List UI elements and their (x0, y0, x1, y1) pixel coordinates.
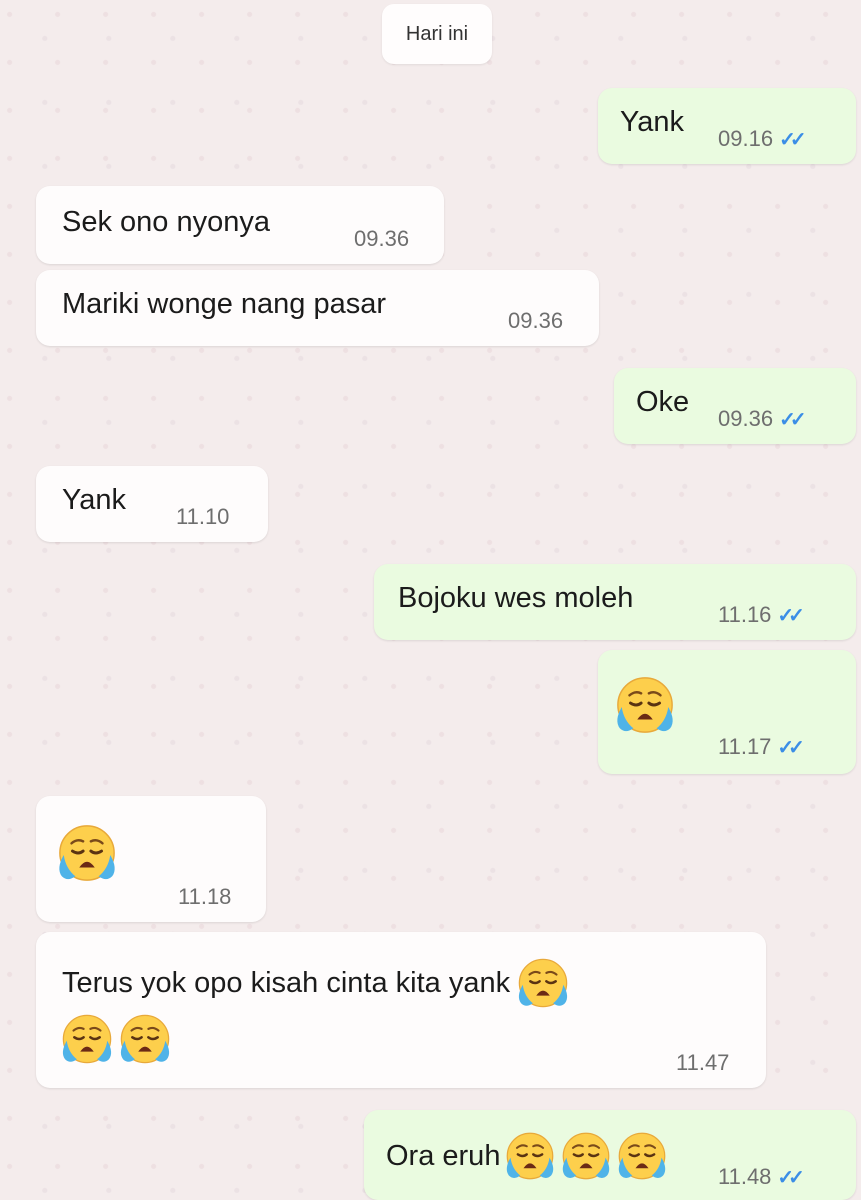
message-time: 09.16 (718, 126, 774, 151)
loudly-crying-face-icon (504, 1130, 556, 1182)
message-text: Yank (620, 106, 684, 138)
loudly-crying-face-icon (616, 1130, 668, 1182)
message-bubble-incoming[interactable]: Sek ono nyonya 09.36 (36, 186, 444, 264)
message-time: 11.18 (178, 884, 232, 909)
message-bubble-incoming[interactable]: Terus yok opo kisah cinta kita yank 11.4… (36, 932, 766, 1088)
loudly-crying-face-icon (516, 956, 570, 1010)
emoji-row (60, 1012, 172, 1066)
loudly-crying-face-icon (60, 1012, 114, 1066)
date-chip: Hari ini (382, 4, 492, 64)
message-time: 11.48 (718, 1164, 772, 1189)
read-receipt-icon: ✓✓ (777, 1166, 804, 1189)
message-meta: 11.16 ✓✓ (718, 602, 805, 628)
read-receipt-icon: ✓✓ (779, 408, 806, 431)
read-receipt-icon: ✓✓ (777, 604, 804, 627)
read-receipt-icon: ✓✓ (777, 736, 804, 759)
message-meta: 09.16 ✓✓ (718, 126, 806, 152)
message-bubble-incoming[interactable]: Yank 11.10 (36, 466, 268, 542)
read-receipt-icon: ✓✓ (779, 128, 806, 151)
message-text-content: Terus yok opo kisah cinta kita yank (62, 966, 511, 999)
message-meta: 11.17 ✓✓ (718, 734, 805, 760)
message-bubble-outgoing[interactable]: Oke 09.36 ✓✓ (614, 368, 856, 444)
message-bubble-incoming[interactable]: Mariki wonge nang pasar 09.36 (36, 270, 599, 346)
message-bubble-outgoing[interactable]: Bojoku wes moleh 11.16 ✓✓ (374, 564, 856, 640)
loudly-crying-face-icon (118, 1012, 172, 1066)
chat-area: Hari ini Yank 09.16 ✓✓ Sek ono nyonya 09… (0, 0, 861, 1200)
message-time: 11.16 (718, 602, 772, 627)
message-bubble-outgoing[interactable]: Yank 09.16 ✓✓ (598, 88, 856, 164)
message-bubble-incoming[interactable]: 11.18 (36, 796, 266, 922)
message-text: Sek ono nyonya (62, 206, 270, 238)
message-text: Terus yok opo kisah cinta kita yank (62, 956, 570, 1010)
loudly-crying-face-icon (56, 822, 118, 884)
message-text: Ora eruh (386, 1130, 668, 1182)
message-text: Bojoku wes moleh (398, 582, 634, 614)
message-time: 09.36 (718, 406, 774, 431)
message-text: Mariki wonge nang pasar (62, 288, 387, 320)
message-text: Oke (636, 386, 690, 418)
loudly-crying-face-icon (614, 674, 676, 736)
message-time: 09.36 (354, 226, 410, 251)
message-text-content: Ora eruh (386, 1139, 501, 1172)
message-time: 09.36 (508, 308, 564, 333)
loudly-crying-face-icon (560, 1130, 612, 1182)
message-time: 11.47 (676, 1050, 730, 1075)
message-meta: 11.48 ✓✓ (718, 1164, 805, 1190)
message-meta: 09.36 ✓✓ (718, 406, 806, 432)
message-time: 11.17 (718, 734, 772, 759)
message-time: 11.10 (176, 504, 230, 529)
message-bubble-outgoing[interactable]: Ora eruh 11.48 ✓✓ (364, 1110, 856, 1200)
message-bubble-outgoing[interactable]: 11.17 ✓✓ (598, 650, 856, 774)
message-text: Yank (62, 484, 126, 516)
